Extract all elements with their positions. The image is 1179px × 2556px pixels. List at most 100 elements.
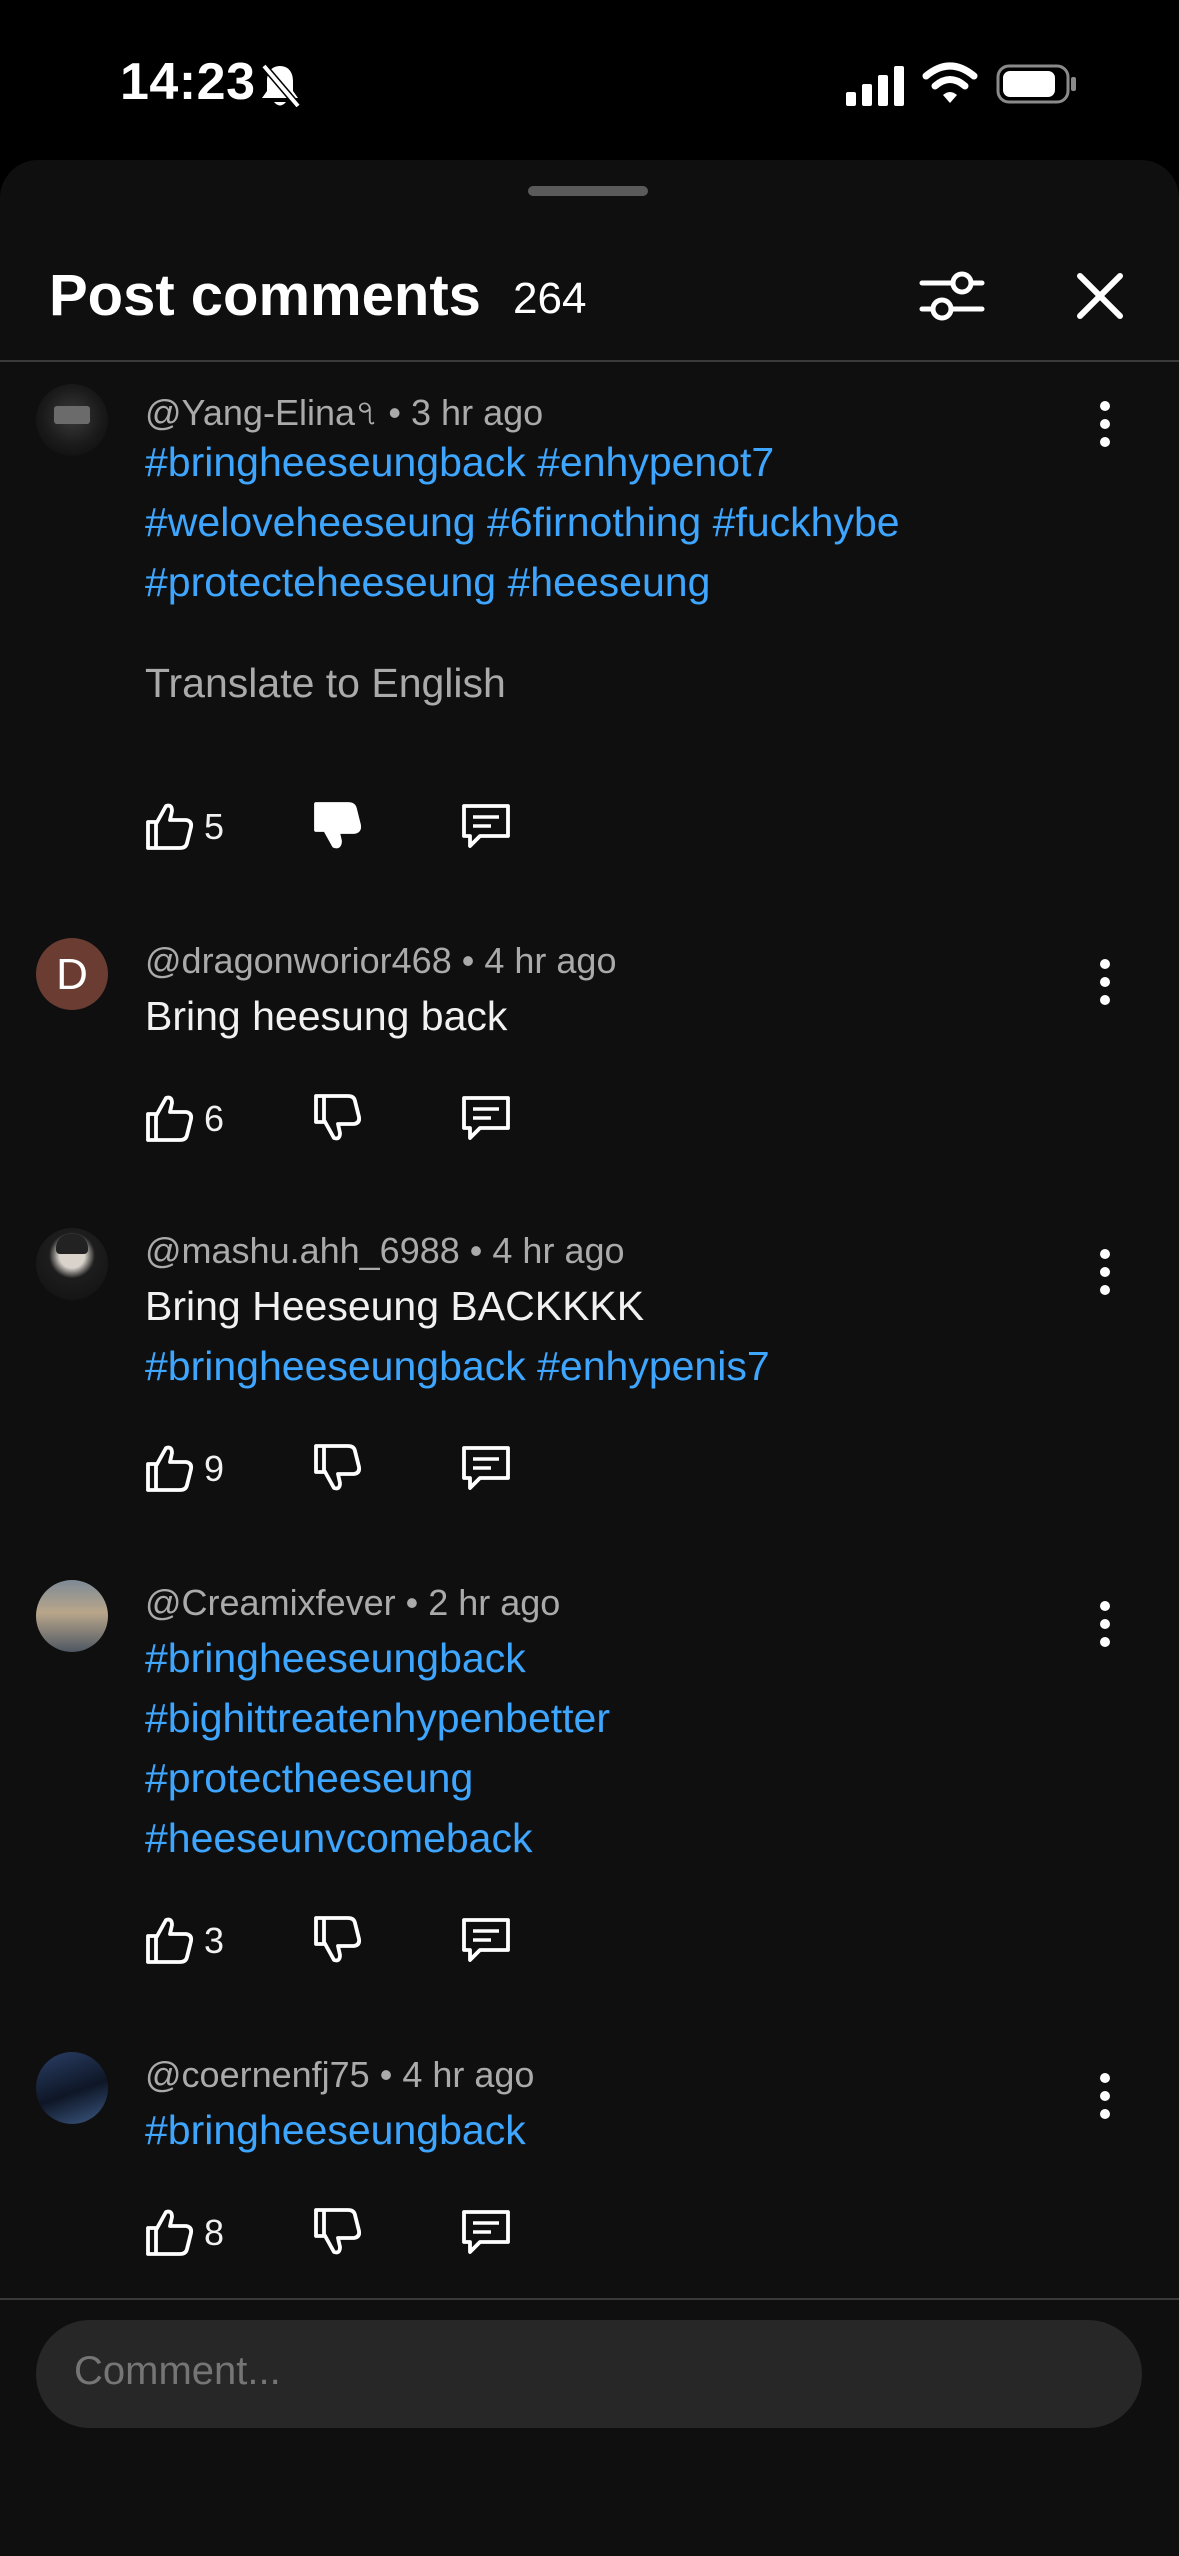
reply-button[interactable] [458,1912,514,1973]
comment-meta: @dragonworior468 • 4 hr ago [145,940,617,981]
comment-actions: 8 [142,2204,542,2264]
thumbs-up-icon [146,1445,194,1492]
comment-author[interactable]: @mashu.ahh_6988 [145,1230,460,1271]
comment-icon [462,1096,510,1140]
thumbs-down-icon [314,802,362,849]
avatar[interactable] [36,384,108,456]
dislike-button[interactable] [310,1090,366,1151]
hashtag-link[interactable]: #enhypenis7 [537,1343,770,1389]
avatar[interactable]: D [36,938,108,1010]
hashtag-link[interactable]: #6firnothing [487,499,701,545]
more-vertical-icon [1100,2073,1110,2119]
more-vertical-icon [1100,1249,1110,1295]
comment-time: 4 hr ago [492,1230,625,1271]
more-vertical-icon [1100,959,1110,1005]
thumbs-down-icon [314,2208,362,2255]
comment-body: Bring Heeseung BACKKKK [145,1283,645,1329]
comment-more-button[interactable] [1090,952,1120,1012]
close-button[interactable] [1060,256,1140,336]
like-button[interactable]: 8 [142,2204,242,2264]
comment-more-button[interactable] [1090,1594,1120,1654]
reply-button[interactable] [458,1440,514,1501]
hashtag-link[interactable]: #bringheeseungback [145,1343,526,1389]
thumbs-up-icon [146,1917,194,1964]
status-time: 14:23 [120,53,256,111]
like-count: 3 [204,1920,225,1961]
comment-composer[interactable] [36,2320,1142,2428]
like-count: 9 [204,1448,225,1489]
hashtag-link[interactable]: #protecteheeseung [145,559,496,605]
comment-time: 4 hr ago [484,940,617,981]
more-vertical-icon [1100,401,1110,447]
status-bar: 14:23 [0,0,1179,160]
comment-time: 3 hr ago [411,392,544,433]
dislike-button[interactable] [310,1912,366,1973]
comment-meta: @Creamixfever • 2 hr ago [145,1582,561,1623]
thumbs-up-icon [146,1095,194,1142]
like-button[interactable]: 6 [142,1090,242,1150]
comment-more-button[interactable] [1090,394,1120,454]
reply-button[interactable] [458,798,514,859]
comment-actions: 3 [142,1912,542,1972]
dislike-button[interactable] [310,2204,366,2265]
reply-button[interactable] [458,1090,514,1151]
hashtag-link[interactable]: #bringheeseungback [145,2107,526,2153]
hashtag-link[interactable]: #bighittreatenhypenbetter [145,1695,610,1741]
translate-link[interactable]: Translate to English [145,660,506,707]
comment-actions: 9 [142,1440,542,1500]
comment-author[interactable]: @dragonworior468 [145,940,452,981]
comment-more-button[interactable] [1090,2066,1120,2126]
hashtag-link[interactable]: #fuckhybe [713,499,900,545]
comment-icon [462,1918,510,1962]
comment-body: Bring heesung back [145,993,508,1039]
comment-more-button[interactable] [1090,1242,1120,1302]
like-button[interactable]: 3 [142,1912,242,1972]
hashtag-link[interactable]: #heeseunvcomeback [145,1815,532,1861]
hashtag-link[interactable]: #bringheeseungback [145,439,526,485]
comment-icon [462,2210,510,2254]
close-icon [1077,273,1123,319]
comment-meta: @mashu.ahh_6988 • 4 hr ago [145,1230,625,1271]
avatar[interactable] [36,2052,108,2124]
dislike-button[interactable] [310,1440,366,1501]
bell-muted-icon [261,63,301,109]
comment-text: Bring Heeseung BACKKKK #bringheeseungbac… [145,1276,770,1396]
comment-icon [462,1446,510,1490]
hashtag-link[interactable]: #heeseung [507,559,710,605]
dislike-button[interactable] [310,798,366,859]
comment-icon [462,804,510,848]
comment-author[interactable]: @Yang-Elina৭ [145,392,378,433]
comment-input[interactable] [72,2348,1076,2395]
comment-time: 4 hr ago [402,2054,535,2095]
comment-actions: 5 [142,798,542,858]
like-button[interactable]: 5 [142,798,242,858]
comment-meta: @coernenfj75 • 4 hr ago [145,2054,535,2095]
sheet-header: Post comments 264 [0,230,1179,360]
comment-text: Bring heesung back [145,986,507,1046]
more-vertical-icon [1100,1601,1110,1647]
filter-button[interactable] [912,256,992,336]
comment-text: #bringheeseungback #bighittreatenhypenbe… [145,1628,610,1868]
avatar[interactable] [36,1580,108,1652]
drag-handle[interactable] [528,186,648,196]
battery-icon [996,64,1076,104]
hashtag-link[interactable]: #weloveheeseung [145,499,476,545]
avatar[interactable] [36,1228,108,1300]
avatar-letter: D [56,950,88,999]
hashtag-link[interactable]: #enhypenot7 [537,439,774,485]
reply-button[interactable] [458,2204,514,2265]
hashtag-link[interactable]: #bringheeseungback [145,1635,526,1681]
like-button[interactable]: 9 [142,1440,242,1500]
thumbs-up-icon [146,2209,194,2256]
like-count: 6 [204,1098,225,1139]
cellular-signal-icon [846,66,904,106]
like-count: 5 [204,806,225,847]
thumbs-up-icon [146,803,194,850]
comment-author[interactable]: @coernenfj75 [145,2054,370,2095]
thumbs-down-icon [314,1444,362,1491]
sliders-icon [919,271,985,321]
comment-author[interactable]: @Creamixfever [145,1582,396,1623]
comment-actions: 6 [142,1090,542,1150]
hashtag-link[interactable]: #protectheeseung [145,1755,473,1801]
wifi-icon [922,62,978,103]
